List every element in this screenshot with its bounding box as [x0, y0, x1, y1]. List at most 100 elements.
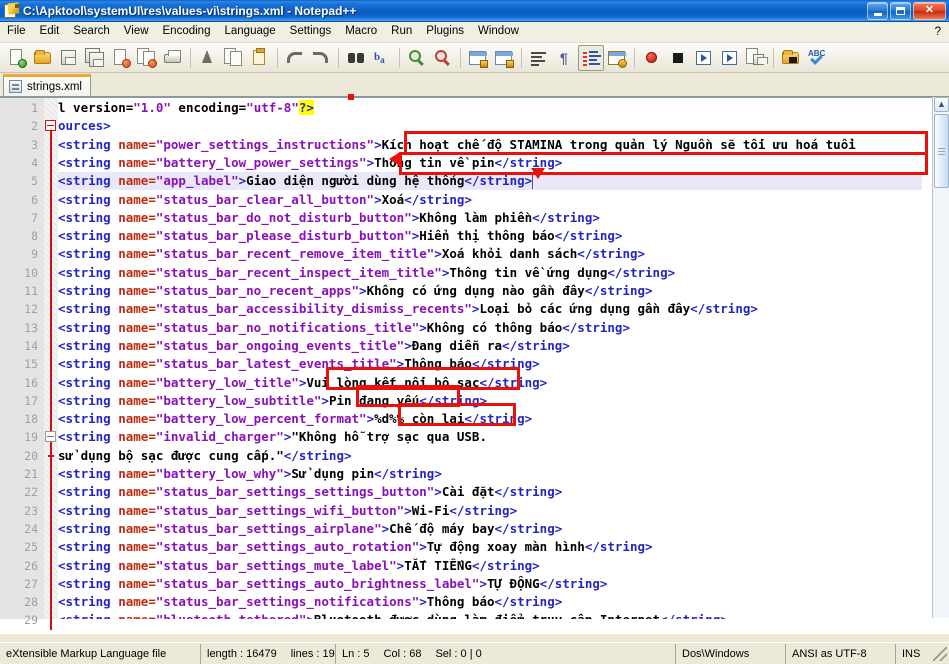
menu-encoding[interactable]: Encoding [156, 23, 218, 41]
code-line[interactable]: <string name="invalid_charger">"Không hỗ… [58, 428, 487, 446]
code-line[interactable]: sử dụng bộ sạc được cung cấp."</string> [58, 447, 352, 465]
menu-edit[interactable]: Edit [33, 23, 67, 41]
scroll-up-button[interactable]: ▲ [934, 97, 949, 112]
code-line[interactable]: <string name="status_bar_no_notification… [58, 319, 630, 337]
code-token: > [306, 612, 314, 619]
macro-save-icon[interactable] [743, 45, 769, 71]
code-token: name= [110, 374, 156, 390]
zoom-in-icon[interactable] [404, 45, 430, 71]
code-line[interactable]: l version="1.0" encoding="utf-8"?> [58, 99, 314, 117]
sync-horizontal-scroll-icon[interactable] [491, 45, 517, 71]
code-token: </string> [479, 374, 548, 390]
code-line[interactable]: <string name="status_bar_settings_settin… [58, 483, 562, 501]
code-line[interactable]: <string name="status_bar_clear_all_butto… [58, 191, 472, 209]
menu-plugins[interactable]: Plugins [419, 23, 471, 41]
code-token: Không có thông báo [426, 319, 563, 335]
maximize-button[interactable] [890, 1, 911, 20]
menu-run[interactable]: Run [384, 23, 419, 41]
paste-icon[interactable] [247, 45, 273, 71]
menu-view[interactable]: View [117, 23, 156, 41]
macro-playback-icon[interactable] [691, 45, 717, 71]
code-line[interactable]: <string name="status_bar_ongoing_events_… [58, 337, 570, 355]
code-line[interactable]: <string name="battery_low_percent_format… [58, 410, 532, 428]
code-line[interactable]: <string name="status_bar_please_disturb_… [58, 227, 622, 245]
print-icon[interactable] [160, 45, 186, 71]
code-line[interactable]: <string name="app_label">Giao diện người… [58, 172, 532, 190]
code-line[interactable]: ources> [58, 117, 111, 135]
replace-icon[interactable]: ba [369, 45, 395, 71]
code-token: name= [110, 539, 156, 555]
code-line[interactable]: <string name="status_bar_settings_auto_r… [58, 538, 653, 556]
code-line[interactable]: <string name="battery_low_why">Sử dụng p… [58, 465, 442, 483]
code-token: name= [110, 154, 156, 170]
show-indent-guide-icon[interactable] [578, 44, 604, 71]
new-file-icon[interactable] [4, 45, 30, 71]
code-line[interactable]: <string name="status_bar_settings_auto_b… [58, 575, 607, 593]
show-all-characters-icon[interactable]: ¶ [552, 45, 578, 71]
spell-check-icon[interactable]: ABC [804, 45, 830, 71]
word-wrap-icon[interactable] [526, 45, 552, 71]
fold-collapse-button[interactable] [45, 431, 56, 443]
code-line[interactable]: <string name="status_bar_recent_remove_i… [58, 245, 645, 263]
menu-macro[interactable]: Macro [338, 23, 384, 41]
copy-icon[interactable] [221, 45, 247, 71]
code-token: name= [110, 228, 156, 244]
undo-icon[interactable] [282, 45, 308, 71]
zoom-out-icon[interactable] [430, 45, 456, 71]
code-line[interactable]: <string name="status_bar_accessibility_d… [58, 300, 758, 318]
close-file-icon[interactable] [108, 45, 134, 71]
menu-settings[interactable]: Settings [283, 23, 339, 41]
window-title-bar[interactable]: C:\Apktool\systemUI\res\values-vi\string… [0, 0, 949, 22]
code-folding-margin[interactable] [44, 98, 58, 630]
close-button[interactable]: ✕ [913, 1, 946, 20]
macro-stop-icon[interactable] [665, 45, 691, 71]
menu-file[interactable]: File [0, 23, 33, 41]
close-all-icon[interactable] [134, 45, 160, 71]
code-token: name= [110, 136, 156, 152]
save-icon[interactable] [56, 45, 82, 71]
code-line[interactable]: <string name="power_settings_instruction… [58, 136, 856, 154]
code-token: <string [58, 520, 111, 536]
menu-language[interactable]: Language [217, 23, 282, 41]
line-number: 13 [24, 320, 38, 335]
code-line[interactable]: <string name="battery_low_subtitle">Pin … [58, 392, 487, 410]
menu-help[interactable]: ? [935, 26, 949, 38]
run-icon[interactable] [778, 45, 804, 71]
save-all-icon[interactable] [82, 45, 108, 71]
menu-window[interactable]: Window [471, 23, 526, 41]
user-defined-dialog-icon[interactable] [604, 45, 630, 71]
code-line[interactable]: <string name="bluetooth tethered">Blueto… [58, 611, 728, 619]
code-token: Không có ứng dụng nào gần đây [366, 283, 585, 298]
sync-vertical-scroll-icon[interactable] [465, 45, 491, 71]
code-line[interactable]: <string name="status_bar_no_recent_apps"… [58, 282, 653, 300]
code-line[interactable]: <string name="status_bar_settings_mute_l… [58, 557, 540, 575]
code-line[interactable]: <string name="battery_low_power_settings… [58, 154, 562, 172]
code-line[interactable]: <string name="battery_low_title">Vui lòn… [58, 374, 547, 392]
code-line[interactable]: <string name="status_bar_recent_inspect_… [58, 264, 675, 282]
tab-strings-xml[interactable]: strings.xml [3, 74, 91, 96]
code-token: name= [111, 612, 156, 619]
code-line[interactable]: <string name="status_bar_latest_events_t… [58, 355, 540, 373]
code-line[interactable]: <string name="status_bar_do_not_disturb_… [58, 209, 600, 227]
menu-search[interactable]: Search [66, 23, 116, 41]
vertical-scrollbar[interactable]: ▲ [932, 97, 949, 618]
fold-tick [48, 454, 54, 457]
redo-icon[interactable] [308, 45, 334, 71]
code-token: > [374, 191, 382, 207]
open-file-icon[interactable] [30, 45, 56, 71]
macro-run-multiple-icon[interactable] [717, 45, 743, 71]
fold-collapse-button[interactable] [45, 120, 56, 132]
vertical-scroll-thumb[interactable] [934, 114, 949, 188]
macro-record-icon[interactable] [639, 45, 665, 71]
code-line[interactable]: <string name="status_bar_settings_airpla… [58, 520, 562, 538]
code-line[interactable]: <string name="status_bar_settings_wifi_b… [58, 502, 517, 520]
find-icon[interactable] [343, 45, 369, 71]
code-token: "status_bar_settings_wifi_button" [155, 502, 405, 518]
line-number: 25 [24, 540, 38, 555]
cut-icon[interactable] [195, 45, 221, 71]
resize-grip-icon[interactable] [933, 646, 947, 661]
code-text-area[interactable]: l version="1.0" encoding="utf-8"?> ources… [58, 98, 922, 619]
code-token: name= [110, 246, 156, 262]
minimize-button[interactable] [867, 1, 888, 20]
code-line[interactable]: <string name="status_bar_settings_notifi… [58, 593, 562, 611]
